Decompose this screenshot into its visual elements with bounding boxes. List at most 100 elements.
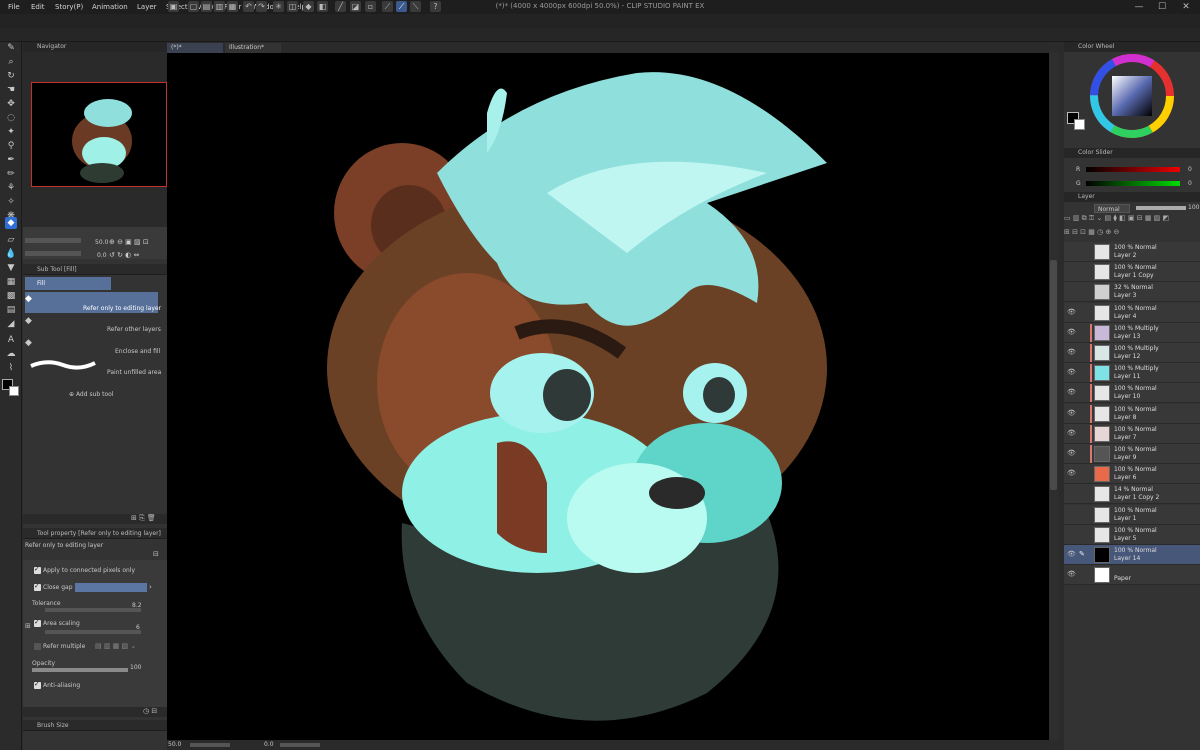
save-icon[interactable]: ▥ [214, 1, 225, 12]
visibility-eye-icon[interactable]: 👁 [1067, 348, 1076, 357]
visibility-eye-icon[interactable] [1067, 489, 1076, 498]
tool-pen2-icon[interactable]: ✒ [5, 154, 17, 166]
help-icon[interactable]: ? [430, 1, 441, 12]
visibility-eye-icon[interactable]: 👁 [1067, 449, 1076, 458]
tool-magic-wand-icon[interactable]: ✦ [5, 126, 17, 138]
status-angle-slider[interactable] [280, 743, 320, 747]
tool-lasso-icon[interactable]: ◌ [5, 112, 17, 124]
undo-icon[interactable]: ↶ [243, 1, 254, 12]
tab-illustration[interactable]: Illustration* [225, 43, 281, 53]
menu-story[interactable]: Story(P) [55, 0, 83, 14]
layer-toolbar[interactable]: ▭ ▥ ⧉ ⚿ ⌄ ▤ ⧫ ◧ ▣ ⊟ ▦ ▨ ◩ [1064, 214, 1200, 226]
slider-r-track[interactable] [1086, 167, 1180, 172]
tool-eyedropper-icon[interactable]: ⚲ [5, 140, 17, 152]
visibility-eye-icon[interactable] [1067, 510, 1076, 519]
visibility-eye-icon[interactable] [1067, 287, 1076, 296]
deselect-icon[interactable]: ╱ [335, 1, 346, 12]
snap-special-icon[interactable]: ⟍ [410, 1, 421, 12]
layer-row[interactable]: 👁 100 % Normal Layer 10 [1064, 383, 1200, 404]
tool-eraser-icon[interactable]: ▱ [5, 234, 17, 246]
clip-studio-icon[interactable]: ▣ [168, 1, 179, 12]
refer-multiple-checkbox[interactable] [34, 643, 41, 650]
layer-row[interactable]: 👁 100 % Normal Layer 6 [1064, 464, 1200, 485]
tool-frame-icon[interactable]: ▦ [5, 276, 17, 288]
toolprop-settings-icon[interactable]: ⊟ [153, 550, 159, 558]
tool-move-icon[interactable]: ✥ [5, 98, 17, 110]
tool-text-icon[interactable]: A [5, 334, 17, 346]
area-scaling-checkbox[interactable] [34, 618, 41, 627]
tool-pencil-icon[interactable]: ✏ [5, 168, 17, 180]
layer-row[interactable]: 👁 100 % Normal Layer 7 [1064, 423, 1200, 444]
menu-layer[interactable]: Layer [137, 0, 157, 14]
visibility-eye-icon[interactable]: 👁 [1067, 570, 1076, 579]
layer-toolbar-2[interactable]: ⊞ ⊟ ⊡ ▦ ◷ ⊕ ⊖ [1064, 228, 1200, 240]
layer-row[interactable]: 👁 100 % Normal Layer 14 ✎ [1064, 545, 1200, 565]
visibility-eye-icon[interactable]: 👁 [1067, 429, 1076, 438]
maximize-button[interactable]: ☐ [1153, 1, 1171, 13]
layer-row[interactable]: 100 % Normal Layer 1 [1064, 504, 1200, 525]
visibility-eye-icon[interactable]: 👁 [1067, 308, 1076, 317]
opacity-slider[interactable] [32, 668, 128, 672]
refer-multiple-options[interactable]: ▤ ▥ ▦ ▧ ⌄ [95, 642, 136, 650]
show-selection-icon[interactable]: ▫ [365, 1, 376, 12]
print-icon[interactable]: ▦ [227, 1, 238, 12]
layer-row[interactable]: 100 % Normal Layer 5 [1064, 524, 1200, 545]
layer-row[interactable]: 100 % Normal Layer 1 Copy [1064, 262, 1200, 283]
layer-row[interactable]: 👁 Paper [1064, 565, 1200, 586]
minimize-button[interactable]: — [1130, 1, 1148, 13]
navigator-buttons[interactable]: ⊕ ⊖ ▣ ▨ ⊡ [109, 238, 149, 246]
layer-row[interactable]: 👁 100 % Multiply Layer 13 [1064, 322, 1200, 343]
visibility-eye-icon[interactable] [1067, 247, 1076, 256]
transform-icon[interactable]: ◫ [287, 1, 298, 12]
visibility-eye-icon[interactable]: 👁 [1067, 409, 1076, 418]
navigator-rotate-buttons[interactable]: ↺ ↻ ◐ ⇔ [109, 251, 139, 259]
layer-row[interactable]: 👁 100 % Normal Layer 9 [1064, 444, 1200, 464]
clear-icon[interactable]: ✳ [273, 1, 284, 12]
tool-blend-icon[interactable]: 💧 [5, 248, 17, 260]
navigator-preview[interactable] [31, 82, 167, 187]
ruler-icon[interactable]: ⟋ [382, 1, 393, 12]
menu-animation[interactable]: Animation [92, 0, 128, 14]
apply-connected-checkbox[interactable] [34, 565, 41, 574]
close-gap-selector[interactable] [75, 583, 147, 592]
area-scaling-slider[interactable] [45, 630, 141, 634]
visibility-eye-icon[interactable]: 👁 [1067, 368, 1076, 377]
tool-hand-icon[interactable]: ☚ [5, 84, 17, 96]
close-gap-arrow-icon[interactable]: › [149, 583, 152, 591]
tolerance-slider[interactable] [45, 608, 141, 612]
tool-rotate-icon[interactable]: ↻ [5, 70, 17, 82]
tool-correct-line-icon[interactable]: ⌇ [5, 362, 17, 374]
redo-icon[interactable]: ↷ [256, 1, 267, 12]
tab-document[interactable]: (*)* [167, 43, 223, 53]
layer-row[interactable]: 32 % Normal Layer 3 [1064, 282, 1200, 303]
close-button[interactable]: ✕ [1177, 1, 1195, 13]
anti-aliasing-checkbox[interactable] [34, 680, 41, 689]
rotation-slider[interactable] [25, 251, 81, 256]
visibility-eye-icon[interactable]: 👁 [1067, 388, 1076, 397]
tool-fill-icon[interactable]: ◆ [5, 217, 17, 229]
layer-row[interactable]: 100 % Normal Layer 2 [1064, 242, 1200, 262]
tool-zoom-icon[interactable]: ⌕ [5, 56, 17, 68]
visibility-eye-icon[interactable]: 👁 [1067, 550, 1076, 559]
tool-pen-icon[interactable]: ✎ [5, 42, 17, 54]
layer-row[interactable]: 👁 100 % Normal Layer 4 [1064, 302, 1200, 323]
visibility-eye-icon[interactable] [1067, 267, 1076, 276]
layer-row[interactable]: 👁 100 % Multiply Layer 12 [1064, 343, 1200, 363]
sub-color-swatch[interactable] [1074, 119, 1085, 130]
tool-ruler-icon[interactable]: ◢ [5, 318, 17, 330]
color-wheel[interactable] [1090, 54, 1174, 138]
tool-figure-icon[interactable]: ▤ [5, 304, 17, 316]
tool-balloon-icon[interactable]: ☁ [5, 348, 17, 360]
status-zoom-slider[interactable] [190, 743, 230, 747]
status-angle[interactable]: 0.0 [264, 741, 274, 748]
visibility-eye-icon[interactable]: 👁 [1067, 328, 1076, 337]
toolprop-footer-icons[interactable]: ◷ ⊟ [143, 707, 157, 715]
visibility-eye-icon[interactable] [1067, 530, 1076, 539]
open-icon[interactable]: ▤ [201, 1, 212, 12]
expand-icon[interactable]: ⊞ [25, 622, 31, 630]
sub-color-swatch[interactable] [9, 386, 19, 396]
blend-mode-select[interactable]: Normal [1094, 204, 1130, 213]
layer-opacity-slider[interactable] [1136, 206, 1186, 210]
add-subtool-button[interactable]: ⊕ Add sub tool [69, 391, 113, 398]
zoom-slider[interactable] [25, 238, 81, 243]
